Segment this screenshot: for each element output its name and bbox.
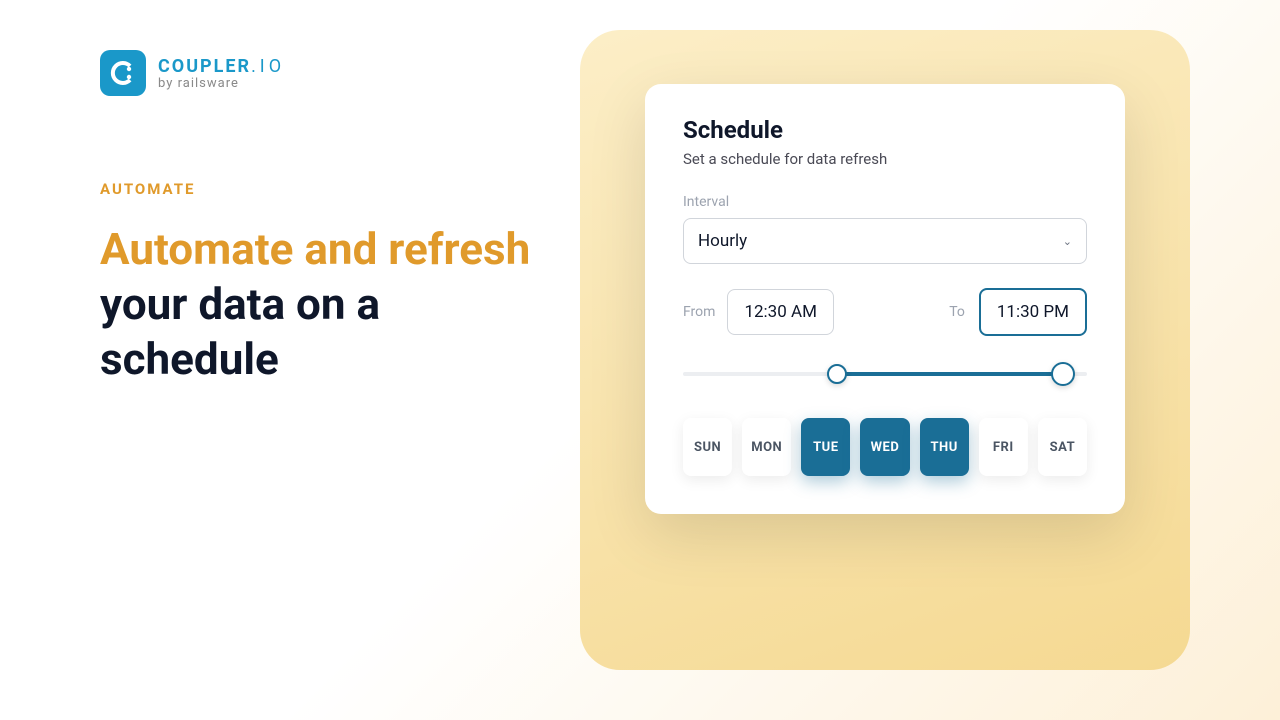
day-chip-fri[interactable]: FRI <box>979 418 1028 476</box>
day-chip-tue[interactable]: TUE <box>801 418 850 476</box>
schedule-card: Schedule Set a schedule for data refresh… <box>645 84 1125 514</box>
slider-fill <box>837 372 1063 376</box>
logo-mark-icon <box>100 50 146 96</box>
interval-value: Hourly <box>698 231 747 251</box>
brand-name: COUPLER <box>158 56 251 77</box>
from-time-input[interactable]: 12:30 AM <box>727 289 833 335</box>
to-time-input[interactable]: 11:30 PM <box>979 288 1087 336</box>
day-chip-thu[interactable]: THU <box>920 418 969 476</box>
day-chip-sat[interactable]: SAT <box>1038 418 1087 476</box>
chevron-down-icon: ⌄ <box>1063 235 1072 248</box>
day-chip-wed[interactable]: WED <box>860 418 909 476</box>
interval-label: Interval <box>683 194 1087 210</box>
day-chip-mon[interactable]: MON <box>742 418 791 476</box>
brand-byline: by railsware <box>158 76 285 91</box>
brand-suffix: .IO <box>251 56 285 77</box>
headline-accent: Automate and refresh <box>100 223 530 275</box>
day-selector: SUNMONTUEWEDTHUFRISAT <box>683 418 1087 476</box>
slider-handle-start[interactable] <box>827 364 847 384</box>
eyebrow-label: AUTOMATE <box>100 180 540 198</box>
headline-rest: your data on a schedule <box>100 278 380 385</box>
to-label: To <box>949 304 965 320</box>
day-chip-sun[interactable]: SUN <box>683 418 732 476</box>
headline: Automate and refresh your data on a sche… <box>100 222 540 387</box>
slider-handle-end[interactable] <box>1051 362 1075 386</box>
time-range-slider[interactable] <box>683 362 1087 386</box>
card-subtitle: Set a schedule for data refresh <box>683 150 1087 168</box>
card-title: Schedule <box>683 116 1087 144</box>
brand-logo: COUPLER.IO by railsware <box>100 50 285 96</box>
from-label: From <box>683 304 715 320</box>
interval-select[interactable]: Hourly ⌄ <box>683 218 1087 264</box>
hero-section: AUTOMATE Automate and refresh your data … <box>100 180 540 387</box>
